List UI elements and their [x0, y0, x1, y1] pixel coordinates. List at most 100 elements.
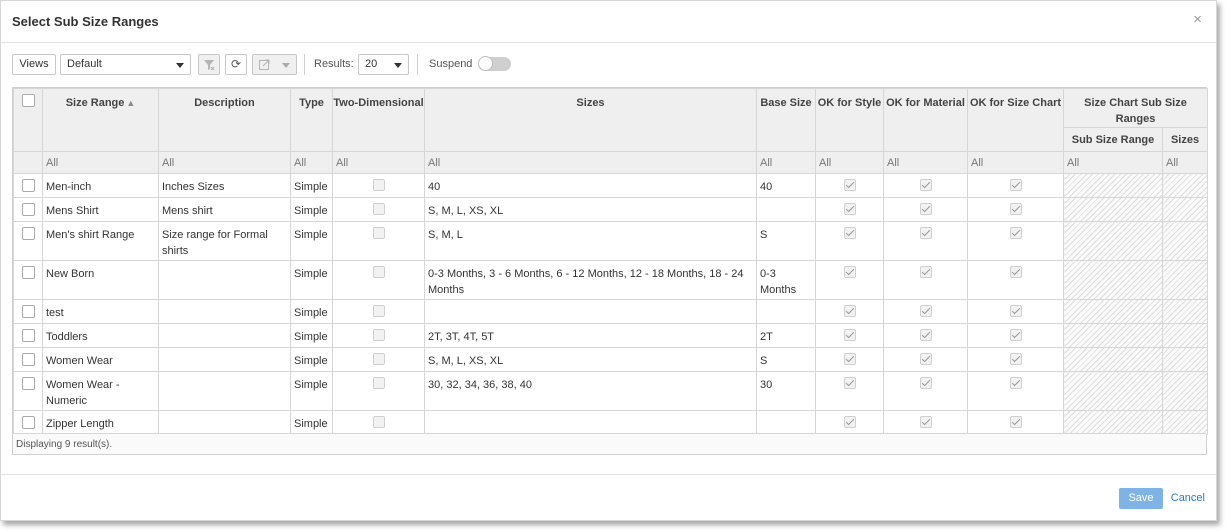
- views-button[interactable]: Views: [12, 54, 56, 75]
- col-header-sub-size-range[interactable]: Sub Size Range: [1063, 127, 1163, 152]
- table-row[interactable]: Men-inch Inches Sizes Simple 40 40: [13, 173, 1209, 198]
- toolbar-divider: [417, 54, 418, 75]
- ok-style-checkbox: [843, 179, 856, 191]
- filter-ok-style[interactable]: All: [815, 151, 884, 174]
- table-row[interactable]: Zipper Length Simple: [13, 410, 1209, 435]
- row-checkbox[interactable]: [21, 329, 35, 342]
- select-sub-size-ranges-dialog: Select Sub Size Ranges × Views Default ⟳…: [0, 0, 1217, 521]
- cell-ok-material: [883, 197, 968, 222]
- results-select[interactable]: 20: [358, 54, 409, 75]
- select-all-checkbox[interactable]: [21, 94, 35, 107]
- col-header-description[interactable]: Description: [158, 88, 291, 152]
- table-row[interactable]: Mens Shirt Mens shirt Simple S, M, L, XS, X…: [13, 197, 1209, 222]
- col-header-two-dimensional[interactable]: Two-Dimensional: [332, 88, 425, 152]
- cell-ok-style: [815, 299, 884, 324]
- filter-ok-size-chart[interactable]: All: [967, 151, 1064, 174]
- refresh-button[interactable]: ⟳: [225, 54, 247, 75]
- col-group-size-chart-sub-size-ranges: Size Chart Sub Size Ranges: [1062, 88, 1209, 128]
- table-row[interactable]: Toddlers Simple 2T, 3T, 4T, 5T 2T: [13, 323, 1209, 348]
- cell-ok-material: [883, 221, 968, 261]
- filter-cell-empty: [13, 151, 43, 174]
- cell-sizes: [424, 410, 757, 435]
- table-row[interactable]: test Simple: [13, 299, 1209, 324]
- dialog-footer: Save Cancel: [1, 474, 1216, 521]
- row-checkbox[interactable]: [21, 179, 35, 192]
- table-row[interactable]: Women Wear - Numeric Simple 30, 32, 34, 36…: [13, 371, 1209, 411]
- filter-type[interactable]: All: [290, 151, 333, 174]
- cell-sub-sizes: [1161, 371, 1209, 411]
- two-dimensional-checkbox: [372, 179, 385, 191]
- cell-ok-material: [883, 299, 968, 324]
- col-header-ok-material[interactable]: OK for Material: [883, 88, 968, 152]
- cell-size-range: Zipper Length: [42, 410, 159, 435]
- cell-base-size: 2T: [756, 323, 816, 348]
- row-checkbox[interactable]: [21, 266, 35, 279]
- cancel-button[interactable]: Cancel: [1171, 492, 1205, 504]
- row-checkbox[interactable]: [21, 377, 35, 390]
- col-header-ok-size-chart[interactable]: OK for Size Chart: [967, 88, 1064, 152]
- col-header-sizes[interactable]: Sizes: [424, 88, 757, 152]
- cell-base-size: 40: [756, 173, 816, 198]
- suspend-toggle[interactable]: [478, 56, 511, 71]
- filter-ok-material[interactable]: All: [883, 151, 968, 174]
- filter-sub-sizes[interactable]: All: [1161, 151, 1209, 174]
- view-select[interactable]: Default: [60, 54, 191, 75]
- cell-two-dimensional: [332, 173, 425, 198]
- col-label: Size Range: [65, 97, 125, 109]
- cell-description: Size range for Formal shirts: [158, 221, 291, 261]
- cell-size-range: Women Wear: [42, 347, 159, 372]
- cell-sizes: S, M, L, XS, XL: [424, 197, 757, 222]
- cell-description: [158, 323, 291, 348]
- filter-description[interactable]: All: [158, 151, 291, 174]
- cell-two-dimensional: [332, 221, 425, 261]
- col-header-ok-style[interactable]: OK for Style: [815, 88, 884, 152]
- row-checkbox[interactable]: [21, 203, 35, 216]
- cell-sub-sizes: [1161, 347, 1209, 372]
- toggle-knob: [478, 56, 493, 71]
- row-select-cell: [13, 197, 43, 222]
- refresh-icon: ⟳: [230, 57, 242, 71]
- cell-sub-sizes: [1161, 410, 1209, 435]
- two-dimensional-checkbox: [372, 377, 385, 389]
- two-dimensional-checkbox: [372, 203, 385, 215]
- save-button[interactable]: Save: [1119, 488, 1163, 509]
- table-row[interactable]: Women Wear Simple S, M, L, XS, XL S: [13, 347, 1209, 372]
- clear-filter-button[interactable]: [198, 54, 220, 75]
- row-checkbox[interactable]: [21, 305, 35, 318]
- col-header-type[interactable]: Type: [290, 88, 333, 152]
- row-select-cell: [13, 173, 43, 198]
- cell-sub-sizes: [1161, 323, 1209, 348]
- filter-sizes[interactable]: All: [424, 151, 757, 174]
- filter-sub-size-range[interactable]: All: [1063, 151, 1163, 174]
- cell-two-dimensional: [332, 410, 425, 435]
- close-icon[interactable]: ×: [1193, 12, 1202, 28]
- view-select-value: Default: [67, 58, 102, 70]
- cell-type: Simple: [290, 371, 333, 411]
- cell-sizes: 2T, 3T, 4T, 5T: [424, 323, 757, 348]
- table-row[interactable]: New Born Simple 0-3 Months, 3 - 6 Months, …: [13, 260, 1209, 300]
- cell-ok-size-chart: [967, 299, 1064, 324]
- cell-sub-sizes: [1161, 221, 1209, 261]
- row-checkbox[interactable]: [21, 353, 35, 366]
- row-checkbox[interactable]: [21, 227, 35, 240]
- cell-sub-size-range: [1063, 347, 1163, 372]
- cell-description: [158, 299, 291, 324]
- cell-sizes: 0-3 Months, 3 - 6 Months, 6 - 12 Months,…: [424, 260, 757, 300]
- col-header-base-size[interactable]: Base Size: [756, 88, 816, 152]
- two-dimensional-checkbox: [372, 329, 385, 341]
- cell-ok-size-chart: [967, 371, 1064, 411]
- two-dimensional-checkbox: [372, 266, 385, 278]
- table-row[interactable]: Men's shirt Range Size range for Formal s…: [13, 221, 1209, 261]
- cell-two-dimensional: [332, 323, 425, 348]
- cell-type: Simple: [290, 173, 333, 198]
- ok-size-chart-checkbox: [1009, 329, 1022, 341]
- col-header-size-range[interactable]: Size Range ▲: [42, 88, 159, 152]
- toolbar-divider: [304, 54, 305, 75]
- col-header-sub-sizes[interactable]: Sizes: [1161, 127, 1209, 152]
- sort-asc-icon[interactable]: ▲: [126, 98, 135, 108]
- filter-base-size[interactable]: All: [756, 151, 816, 174]
- filter-two-dimensional[interactable]: All: [332, 151, 425, 174]
- export-button[interactable]: [252, 54, 297, 75]
- row-checkbox[interactable]: [21, 416, 35, 429]
- filter-size-range[interactable]: All: [42, 151, 159, 174]
